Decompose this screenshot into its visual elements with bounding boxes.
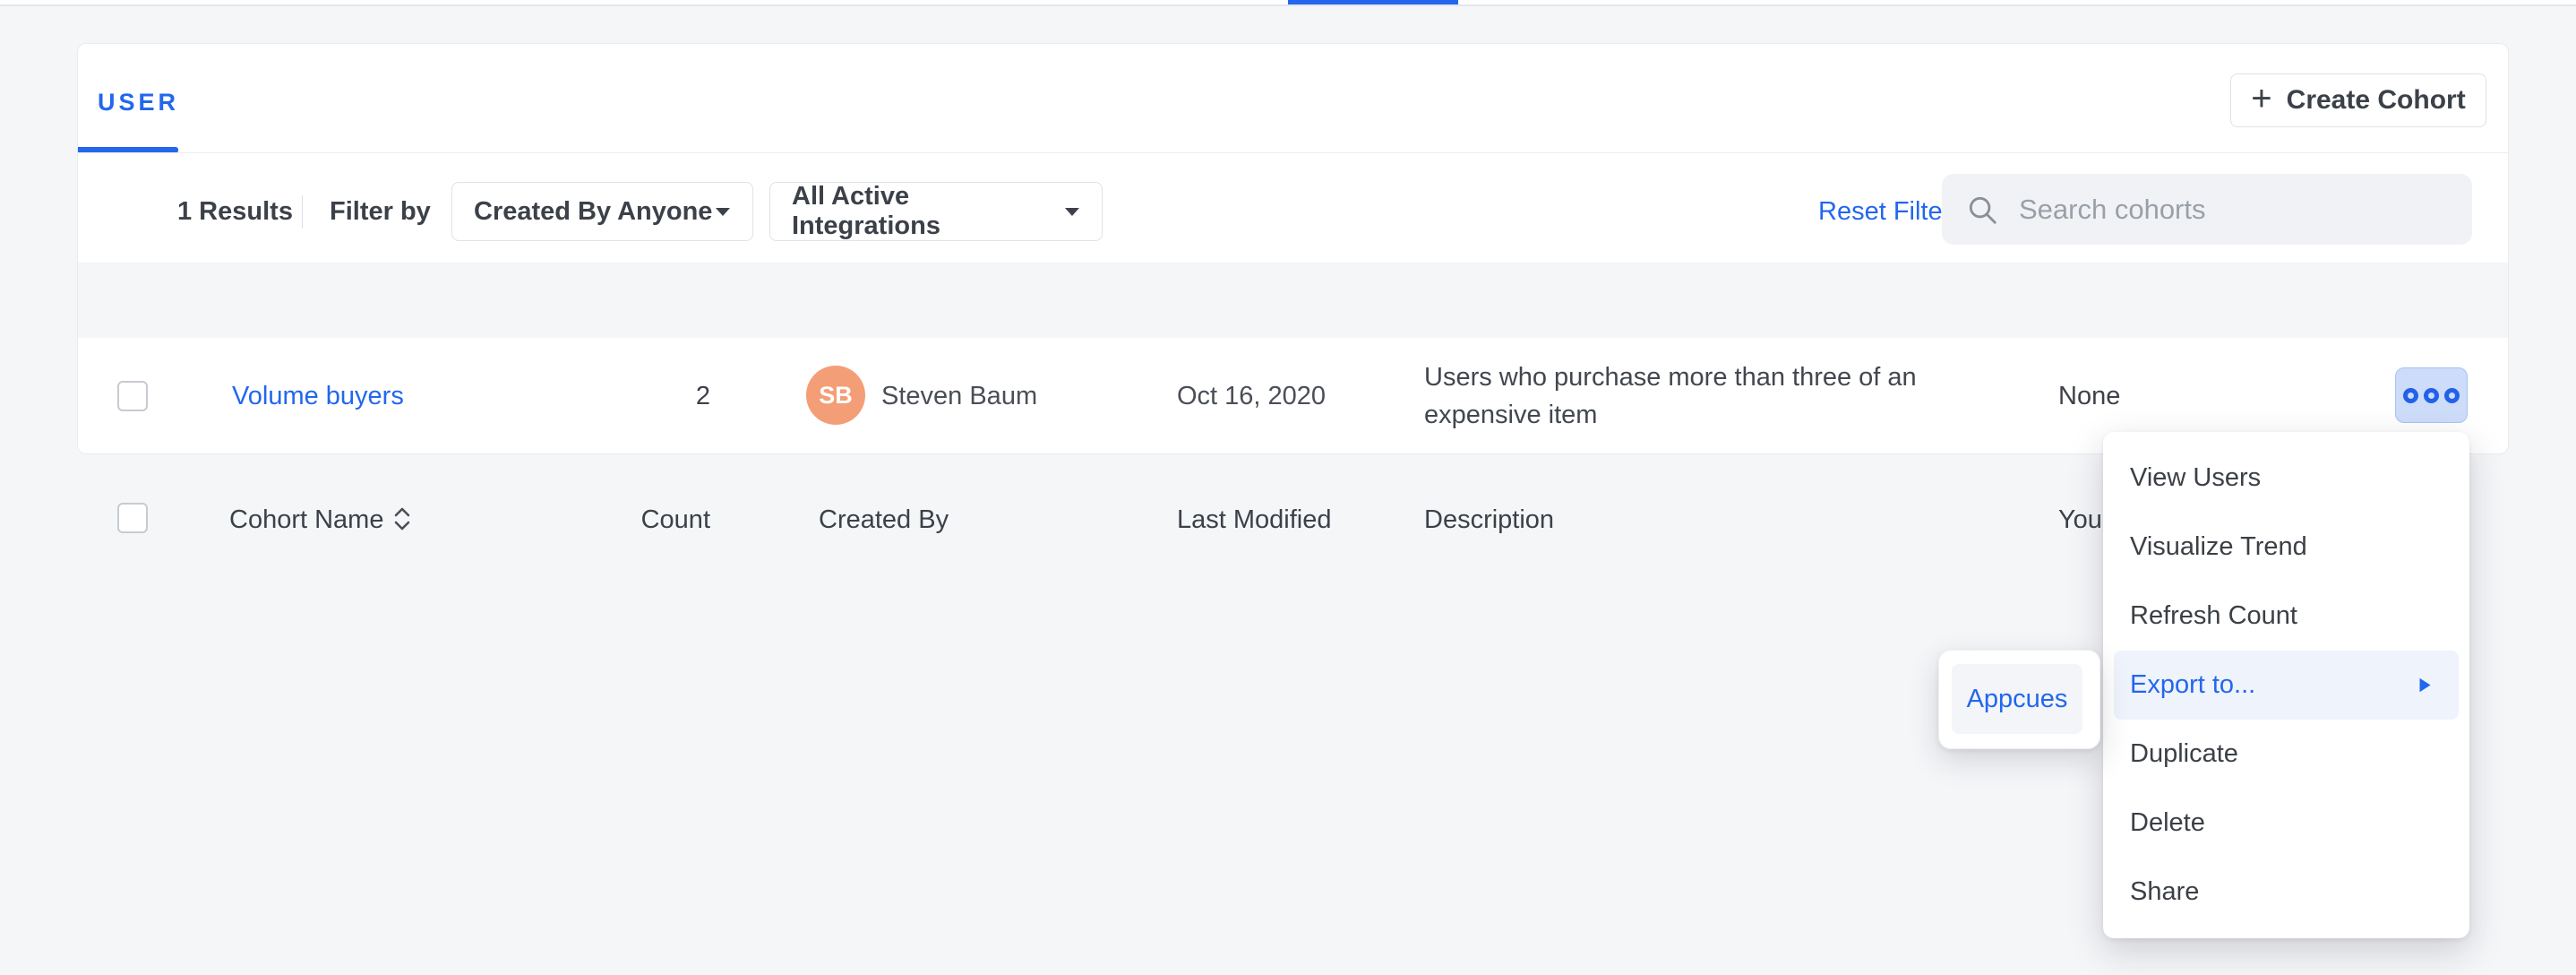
tab-user[interactable]: USER — [98, 89, 179, 116]
avatar: SB — [806, 366, 865, 425]
chevron-down-icon — [715, 207, 731, 217]
table-header-row: Cohort Name Count Created By Last Modifi… — [78, 263, 2508, 338]
created-by-dropdown-value: Created By Anyone — [474, 197, 712, 227]
search-box[interactable] — [1942, 174, 2472, 245]
filter-divider — [302, 195, 303, 229]
menu-item-delete[interactable]: Delete — [2114, 789, 2459, 858]
submenu-item-appcues[interactable]: Appcues — [1952, 664, 2082, 734]
menu-item-refresh-count[interactable]: Refresh Count — [2114, 582, 2459, 651]
integrations-dropdown[interactable]: All Active Integrations — [769, 182, 1103, 241]
chevron-down-icon — [1064, 207, 1080, 217]
row-more-actions-button[interactable] — [2395, 367, 2468, 423]
menu-item-share[interactable]: Share — [2114, 858, 2459, 927]
filter-by-label: Filter by — [330, 198, 431, 225]
sort-icon[interactable] — [391, 505, 413, 533]
row-checkbox[interactable] — [117, 381, 148, 411]
more-dots-icon — [2444, 388, 2460, 403]
submenu-arrow-right-icon — [2418, 677, 2432, 694]
created-by-dropdown[interactable]: Created By Anyone — [451, 182, 753, 241]
header-created-by[interactable]: Created By — [819, 506, 949, 533]
menu-item-view-users[interactable]: View Users — [2114, 444, 2459, 513]
cohorts-card: USER + Create Cohort 1 Results Filter by… — [77, 43, 2509, 454]
top-nav-strip — [0, 0, 2576, 6]
menu-item-export-to[interactable]: Export to... — [2114, 651, 2459, 720]
menu-item-duplicate[interactable]: Duplicate — [2114, 720, 2459, 789]
header-description[interactable]: Description — [1424, 506, 1554, 533]
more-dots-icon — [2424, 388, 2439, 403]
header-count[interactable]: Count — [580, 506, 710, 533]
cohort-count: 2 — [580, 383, 710, 410]
plus-icon: + — [2251, 81, 2271, 116]
tabs-divider — [78, 152, 2508, 153]
header-cohort-name[interactable]: Cohort Name — [229, 506, 383, 533]
cohorts-page: USER + Create Cohort 1 Results Filter by… — [0, 0, 2576, 975]
cohort-description: Users who purchase more than three of an… — [1424, 358, 1953, 434]
top-nav-active-tab-indicator — [1288, 0, 1458, 4]
more-dots-icon — [2403, 388, 2418, 403]
menu-item-export-label: Export to... — [2130, 670, 2255, 700]
select-all-checkbox[interactable] — [117, 503, 148, 533]
reset-filter-link[interactable]: Reset Filter — [1818, 198, 1951, 225]
export-submenu: Appcues — [1938, 650, 2100, 749]
search-input[interactable] — [2017, 193, 2463, 227]
your-access-value: None — [2058, 383, 2120, 410]
integrations-dropdown-value: All Active Integrations — [792, 182, 1064, 241]
results-count: 1 Results — [177, 198, 293, 225]
header-last-modified[interactable]: Last Modified — [1177, 506, 1332, 533]
cohort-name-link[interactable]: Volume buyers — [232, 383, 404, 410]
last-modified-date: Oct 16, 2020 — [1177, 383, 1326, 410]
row-actions-context-menu: View Users Visualize Trend Refresh Count… — [2103, 432, 2469, 938]
create-cohort-label: Create Cohort — [2287, 85, 2466, 116]
search-icon — [1965, 193, 1999, 227]
creator-name: Steven Baum — [881, 383, 1037, 410]
menu-item-visualize-trend[interactable]: Visualize Trend — [2114, 513, 2459, 582]
create-cohort-button[interactable]: + Create Cohort — [2230, 73, 2486, 127]
